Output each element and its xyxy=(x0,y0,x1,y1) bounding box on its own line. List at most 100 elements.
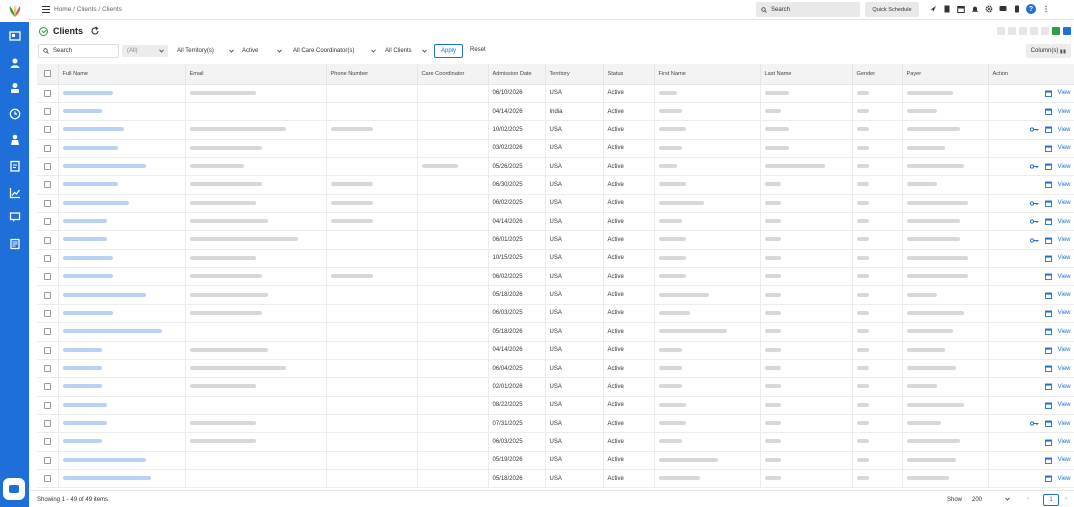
row-checkbox[interactable] xyxy=(37,396,59,415)
row-checkbox[interactable] xyxy=(37,212,59,232)
select-all-checkbox[interactable] xyxy=(37,64,59,85)
redacted-text[interactable] xyxy=(62,274,113,279)
row-checkbox[interactable] xyxy=(37,377,59,397)
calendar-icon[interactable] xyxy=(1044,402,1052,409)
table-row[interactable]: 04/14/2026 India Active View xyxy=(37,102,1074,122)
full-name-cell[interactable] xyxy=(58,322,186,342)
more-icon[interactable] xyxy=(1041,5,1050,14)
full-name-cell[interactable] xyxy=(58,230,186,250)
table-row[interactable]: 06/02/2025 USA Active View xyxy=(37,194,1074,214)
col-payer[interactable]: Payer xyxy=(902,64,989,85)
full-name-cell[interactable] xyxy=(58,396,186,415)
key-icon[interactable] xyxy=(1029,219,1039,224)
calendar-icon[interactable] xyxy=(1044,328,1052,336)
full-name-cell[interactable] xyxy=(58,194,186,214)
redacted-text[interactable] xyxy=(62,255,113,260)
sidebar-item-tasks[interactable] xyxy=(6,157,23,174)
apply-button[interactable]: Apply xyxy=(434,44,463,58)
help-icon[interactable]: ? xyxy=(1026,4,1036,14)
key-icon[interactable] xyxy=(1029,127,1039,132)
row-checkbox[interactable] xyxy=(37,230,59,250)
view-link[interactable]: View xyxy=(1058,384,1071,390)
list-view-icon[interactable] xyxy=(1008,27,1016,35)
redacted-text[interactable] xyxy=(62,384,102,389)
table-row[interactable]: 05/26/2025 USA Active View xyxy=(37,157,1074,177)
page-size-select[interactable]: 200 xyxy=(969,494,1013,506)
calendar-icon[interactable] xyxy=(1044,292,1052,299)
full-name-cell[interactable] xyxy=(58,102,186,122)
full-name-cell[interactable] xyxy=(58,175,186,195)
table-row[interactable]: 10/15/2025 USA Active View xyxy=(37,249,1074,269)
full-name-cell[interactable] xyxy=(58,304,186,324)
care-coordinator-select[interactable]: All Care Coordinator(s) xyxy=(293,45,377,57)
global-search[interactable]: Search xyxy=(756,2,860,17)
quick-schedule-button[interactable]: Quick Schedule xyxy=(865,2,919,17)
view-link[interactable]: View xyxy=(1058,457,1071,463)
file-icon[interactable] xyxy=(942,5,951,14)
calendar-icon[interactable] xyxy=(1044,145,1052,152)
redacted-text[interactable] xyxy=(62,365,102,370)
sidebar-item-dashboard[interactable] xyxy=(6,27,23,44)
sidebar-item-billing[interactable] xyxy=(6,235,23,252)
add-client-icon[interactable] xyxy=(1063,27,1071,35)
full-name-cell[interactable] xyxy=(58,341,186,360)
plane-icon[interactable] xyxy=(928,5,937,14)
table-row[interactable]: 04/14/2026 USA Active View xyxy=(37,341,1074,360)
full-name-cell[interactable] xyxy=(58,377,186,397)
table-row[interactable]: 06/30/2025 USA Active View xyxy=(37,175,1074,195)
table-row[interactable]: 06/01/2025 USA Active View xyxy=(37,230,1074,250)
next-page-button[interactable]: › xyxy=(1065,496,1067,502)
status-select[interactable]: Active xyxy=(242,45,283,57)
view-link[interactable]: View xyxy=(1058,439,1071,445)
row-checkbox[interactable] xyxy=(37,157,59,177)
full-name-cell[interactable] xyxy=(58,157,186,177)
sidebar-item-clients[interactable] xyxy=(6,79,23,96)
view-link[interactable]: View xyxy=(1058,90,1071,96)
program-select-toggle[interactable] xyxy=(158,45,169,57)
grid-view-icon[interactable] xyxy=(997,27,1005,35)
calendar-icon[interactable] xyxy=(1044,108,1052,115)
sidebar-item-reports[interactable] xyxy=(6,184,23,201)
gear-icon[interactable] xyxy=(984,5,993,14)
view-link[interactable]: View xyxy=(1058,109,1071,115)
table-row[interactable]: 10/02/2025 USA Active View xyxy=(37,120,1074,140)
sidebar-item-schedule[interactable] xyxy=(6,105,23,122)
redacted-text[interactable] xyxy=(62,329,162,334)
calendar-icon[interactable] xyxy=(1044,365,1052,373)
redacted-text[interactable] xyxy=(62,292,146,297)
key-icon[interactable] xyxy=(1029,237,1039,243)
full-name-cell[interactable] xyxy=(58,359,186,379)
sidebar-item-staff[interactable] xyxy=(6,131,23,148)
view-link[interactable]: View xyxy=(1058,255,1071,261)
chat-bubble-icon[interactable] xyxy=(998,5,1007,14)
full-name-cell[interactable] xyxy=(58,249,186,269)
view-link[interactable]: View xyxy=(1058,421,1071,427)
table-row[interactable]: 06/10/2026 USA Active View xyxy=(37,84,1074,103)
redacted-text[interactable] xyxy=(62,200,129,205)
row-checkbox[interactable] xyxy=(37,120,59,140)
calendar-icon[interactable] xyxy=(1044,273,1052,281)
calendar-icon[interactable] xyxy=(1044,475,1052,483)
col-status[interactable]: Status xyxy=(603,64,655,85)
view-link[interactable]: View xyxy=(1058,127,1071,133)
row-checkbox[interactable] xyxy=(37,469,59,488)
redacted-text[interactable] xyxy=(62,90,113,95)
redacted-text[interactable] xyxy=(62,127,124,132)
print-icon[interactable] xyxy=(1030,27,1038,35)
redacted-text[interactable] xyxy=(62,219,107,224)
row-checkbox[interactable] xyxy=(37,432,59,452)
col-first-name[interactable]: First Name xyxy=(654,64,761,85)
row-checkbox[interactable] xyxy=(37,304,59,324)
col-territory[interactable]: Territory xyxy=(545,64,604,85)
row-checkbox[interactable] xyxy=(37,359,59,379)
key-icon[interactable] xyxy=(1029,421,1039,426)
redacted-text[interactable] xyxy=(62,164,146,169)
view-link[interactable]: View xyxy=(1058,164,1071,170)
filter-icon[interactable] xyxy=(1019,27,1027,35)
excel-icon[interactable] xyxy=(1052,27,1060,35)
search-input[interactable]: Search xyxy=(38,44,119,58)
full-name-cell[interactable] xyxy=(58,139,186,158)
calendar-icon[interactable] xyxy=(1044,347,1052,354)
key-icon[interactable] xyxy=(1029,201,1039,206)
view-link[interactable]: View xyxy=(1058,310,1071,316)
